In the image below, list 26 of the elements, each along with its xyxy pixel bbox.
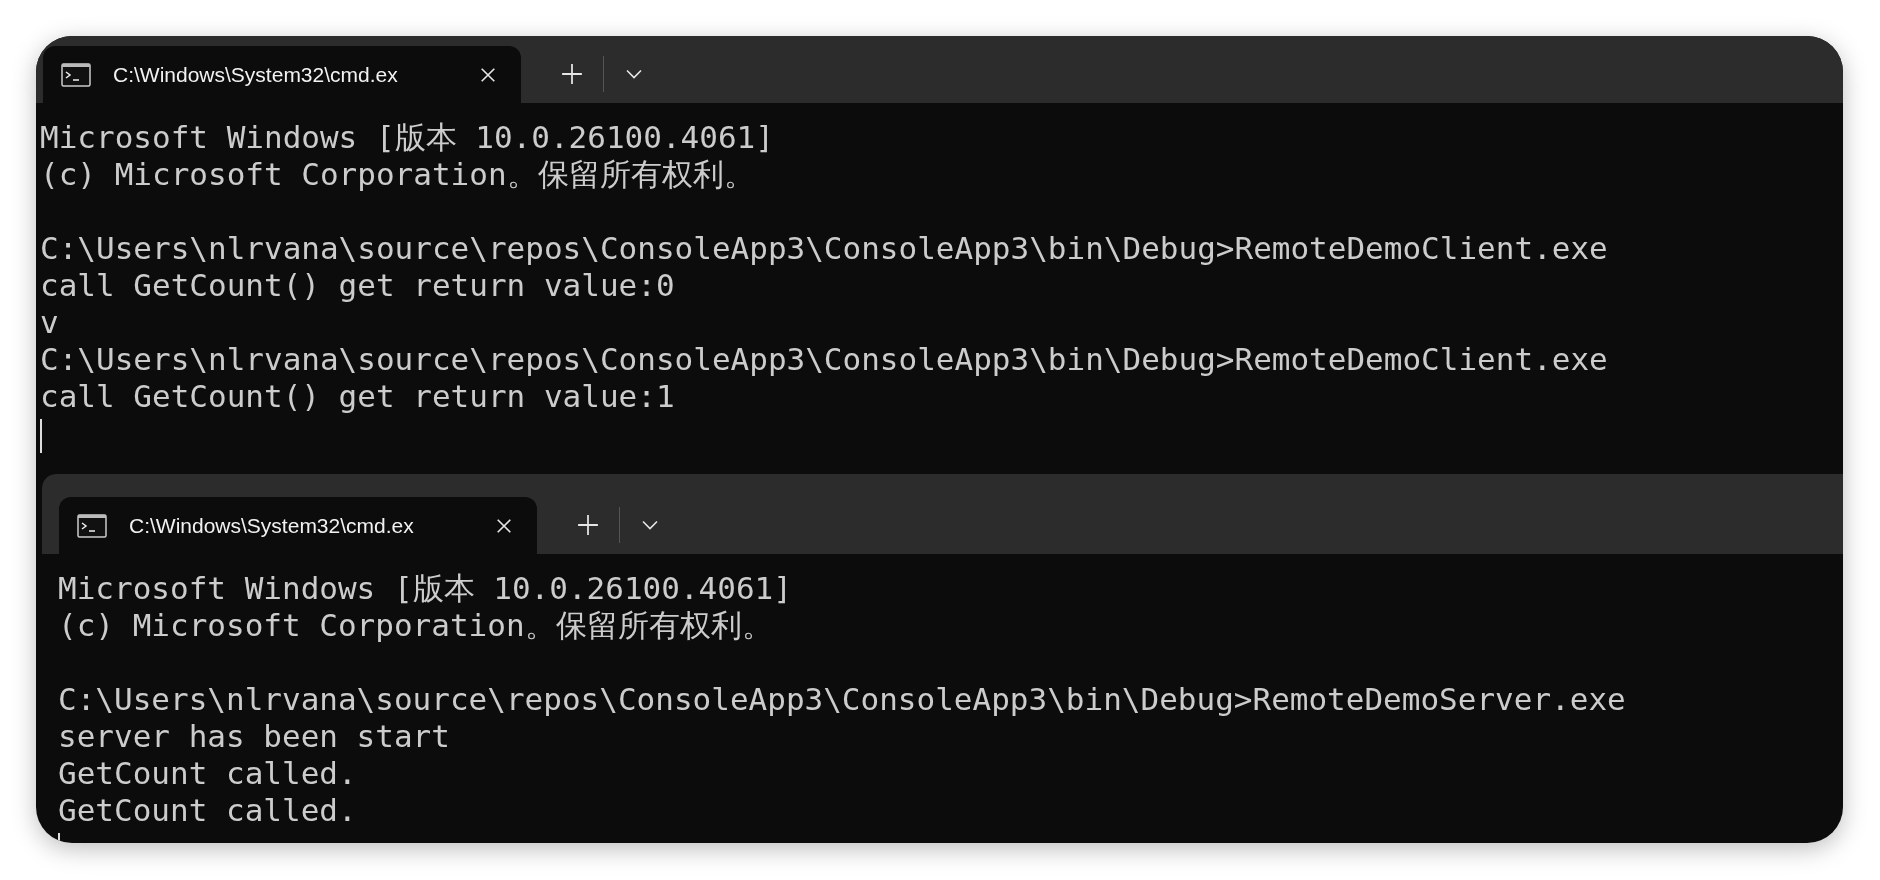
terminal-tab[interactable]: C:\Windows\System32\cmd.ex [59, 497, 537, 554]
console-line: GetCount called. [58, 792, 357, 828]
terminal-tab[interactable]: C:\Windows\System32\cmd.ex [43, 46, 521, 103]
console-line: call GetCount() get return value:1 [40, 378, 675, 414]
terminal-icon [77, 513, 107, 538]
console-line: Microsoft Windows [版本 10.0.26100.4061] [40, 119, 774, 155]
tab-title: C:\Windows\System32\cmd.ex [113, 62, 399, 87]
dropdown-chevron-icon[interactable] [642, 520, 658, 530]
terminal-icon [61, 62, 91, 87]
new-tab-icon[interactable] [577, 514, 599, 536]
text-cursor [40, 418, 42, 453]
new-tab-icon[interactable] [561, 63, 583, 85]
console-line: Microsoft Windows [版本 10.0.26100.4061] [58, 570, 792, 606]
console-line: C:\Users\nlrvana\source\repos\ConsoleApp3\ConsoleApp3\bin\Debug>RemoteDemoClient.exe [40, 230, 1608, 266]
close-icon[interactable] [479, 65, 497, 84]
tab-title: C:\Windows\System32\cmd.ex [129, 513, 415, 538]
console-line: (c) Microsoft Corporation。保留所有权利。 [40, 156, 755, 192]
console-line: v [40, 304, 59, 340]
close-icon[interactable] [495, 516, 513, 535]
dropdown-chevron-icon[interactable] [626, 69, 642, 79]
console-line: server has been start [58, 718, 450, 754]
console-line: (c) Microsoft Corporation。保留所有权利。 [58, 607, 773, 643]
console-line: C:\Users\nlrvana\source\repos\ConsoleApp3\ConsoleApp3\bin\Debug>RemoteDemoClient.exe [40, 341, 1608, 377]
console-line: GetCount called. [58, 755, 357, 791]
console-line: C:\Users\nlrvana\source\repos\ConsoleApp3\ConsoleApp3\bin\Debug>RemoteDemoServer.exe [58, 681, 1626, 717]
console-line: call GetCount() get return value:0 [40, 267, 675, 303]
